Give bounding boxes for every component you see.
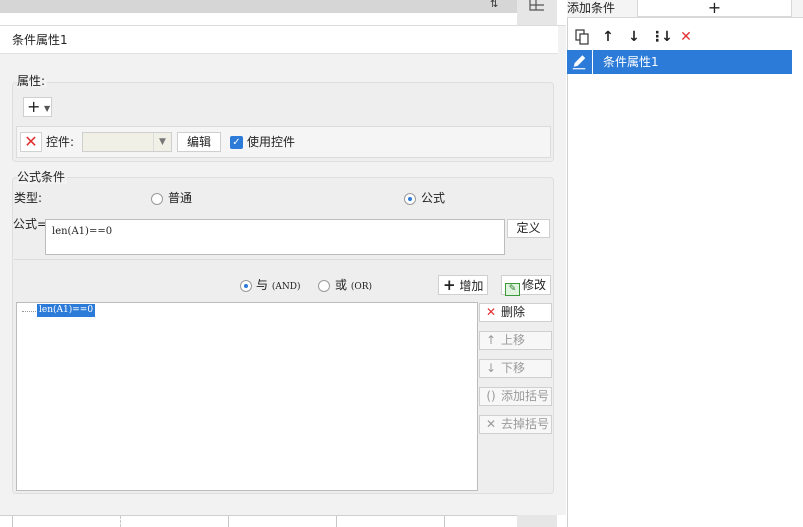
tree-connector <box>22 311 36 312</box>
type-formula-radio[interactable] <box>404 193 416 205</box>
type-normal-radio[interactable] <box>151 193 163 205</box>
pencil-icon <box>572 50 593 74</box>
modify-button[interactable]: ✎ 修改 <box>501 275 551 296</box>
chevron-down-icon: ▼ <box>44 104 51 113</box>
attribute-group-label: 属性: <box>17 74 48 88</box>
remove-attribute-button[interactable]: ✕ <box>20 132 42 152</box>
arrow-up-icon: ↑ <box>485 333 497 347</box>
condition-title: 条件属性1 <box>12 33 68 47</box>
logic-and-radio[interactable] <box>240 280 252 292</box>
divider <box>14 259 552 260</box>
parenthesis-icon: () <box>486 389 496 403</box>
move-up-button[interactable]: ↑ 上移 <box>479 331 552 350</box>
close-icon: ✕ <box>485 305 497 319</box>
move-down-label: 下移 <box>501 361 526 375</box>
add-label: 增加 <box>459 279 484 293</box>
grid-column-divider <box>12 516 13 527</box>
formula-label: 公式= <box>13 217 48 231</box>
plus-icon: + <box>27 97 41 116</box>
use-control-checkbox[interactable]: ✓ <box>230 136 243 149</box>
grid-corner-icon <box>529 0 544 11</box>
logic-or-text: 或 <box>335 278 348 292</box>
delete-label: 删除 <box>501 305 526 319</box>
remove-parenthesis-button[interactable]: ✕ 去掉括号 <box>479 415 552 434</box>
copy-icon[interactable] <box>572 27 592 47</box>
formula-condition-label: 公式条件 <box>17 170 68 184</box>
add-parenthesis-button[interactable]: () 添加括号 <box>479 387 552 406</box>
grid-column-divider <box>120 516 121 527</box>
modify-label: 修改 <box>522 278 547 292</box>
add-condition-item-button[interactable]: + 增加 <box>438 275 488 295</box>
arrow-down-icon[interactable]: ↓ <box>624 27 644 47</box>
grid-column-divider <box>228 516 229 527</box>
close-icon[interactable]: ✕ <box>676 27 696 47</box>
top-toolbar-strip <box>0 0 517 13</box>
remove-parenthesis-icon: ✕ <box>485 417 497 431</box>
logic-or-radio[interactable] <box>318 280 330 292</box>
chevron-down-icon: ▼ <box>153 133 171 151</box>
arrow-down-icon: ↓ <box>485 361 497 375</box>
logic-and-label: 与 (AND) <box>256 278 300 294</box>
grid-column-divider <box>336 516 337 527</box>
move-down-button[interactable]: ↓ 下移 <box>479 359 552 378</box>
formula-input[interactable]: len(A1)==0 <box>45 219 505 255</box>
grid-column-divider <box>444 516 445 527</box>
add-attribute-button[interactable]: + ▼ <box>23 97 52 117</box>
condition-tree[interactable] <box>16 302 478 491</box>
condition-list-item[interactable] <box>567 50 792 74</box>
tree-item[interactable]: len(A1)==0 <box>37 304 96 317</box>
use-control-label: 使用控件 <box>247 135 296 149</box>
sort-down-icon[interactable]: ⋮↓ <box>650 27 673 47</box>
arrow-up-icon[interactable]: ↑ <box>598 27 618 47</box>
logic-and-text: 与 <box>256 278 269 292</box>
logic-or-latin: (OR) <box>350 282 373 292</box>
add-parenthesis-label: 添加括号 <box>501 389 550 403</box>
control-label: 控件: <box>46 135 75 149</box>
define-button[interactable]: 定义 <box>507 219 550 238</box>
sort-icon[interactable]: ⇅ <box>490 0 506 10</box>
bottom-grid-strip <box>0 515 517 527</box>
modify-icon: ✎ <box>505 283 520 296</box>
control-select[interactable]: ▼ <box>82 132 172 152</box>
add-condition-label: 添加条件 <box>567 1 616 15</box>
edit-button[interactable]: 编辑 <box>177 132 221 152</box>
type-formula-label: 公式 <box>421 191 446 205</box>
condition-title-bar <box>0 26 558 54</box>
delete-button[interactable]: ✕ 删除 <box>479 303 552 322</box>
condition-list-item-label: 条件属性1 <box>603 55 659 69</box>
type-normal-label: 普通 <box>168 191 193 205</box>
logic-and-latin: (AND) <box>271 282 301 292</box>
bottom-right-corner <box>517 515 557 527</box>
type-label: 类型: <box>14 191 43 205</box>
logic-or-label: 或 (OR) <box>335 278 372 294</box>
close-icon: ✕ <box>24 132 38 151</box>
plus-icon: + <box>443 276 456 294</box>
move-up-label: 上移 <box>501 333 526 347</box>
add-condition-button[interactable]: + <box>637 0 792 17</box>
condition-list-panel <box>567 0 803 527</box>
remove-parenthesis-label: 去掉括号 <box>501 417 550 431</box>
